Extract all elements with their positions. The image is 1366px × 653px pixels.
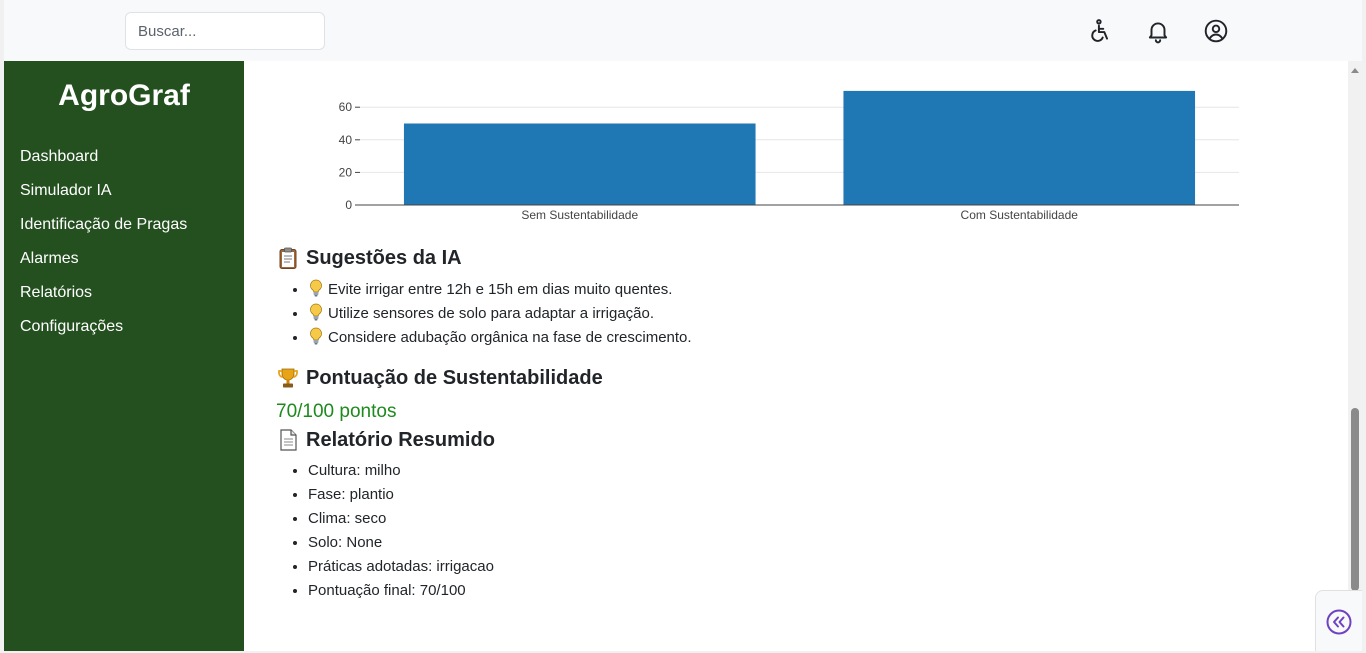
user-circle-icon[interactable] — [1203, 18, 1229, 44]
list-item: Considere adubação orgânica na fase de c… — [308, 327, 692, 351]
document-icon — [276, 428, 300, 452]
search-input[interactable] — [125, 12, 325, 50]
app-window: AgroGraf Dashboard Simulador IA Identifi… — [4, 0, 1362, 651]
score-title: Pontuação de Sustentabilidade — [306, 366, 603, 389]
sidebar-item-dashboard[interactable]: Dashboard — [20, 146, 187, 180]
chart-category-label: Sem Sustentabilidade — [521, 208, 638, 222]
sidebar-nav: Dashboard Simulador IA Identificação de … — [20, 146, 187, 350]
chart-ytick-label: 0 — [345, 198, 352, 212]
suggestions-list: Evite irrigar entre 12h e 15h em dias mu… — [308, 279, 692, 351]
collapse-panel-button[interactable] — [1315, 590, 1362, 651]
suggestions-title: Sugestões da IA — [306, 246, 462, 269]
accessibility-icon[interactable] — [1087, 18, 1113, 44]
chart-ytick-label: 40 — [339, 133, 353, 147]
suggestions-heading: Sugestões da IA — [276, 246, 462, 270]
sustainability-bar-chart: 0 20 40 60 Sem Sustentabilidade Com Sustentab… — [304, 61, 1304, 271]
bell-icon[interactable] — [1145, 18, 1171, 44]
chart-canvas: 0 20 40 60 Sem Sustentabilidade Com Sustentab… — [339, 90, 1239, 222]
scroll-up-arrow-icon[interactable] — [1351, 68, 1359, 73]
chart-ytick-label: 20 — [339, 165, 353, 179]
lightbulb-icon — [308, 303, 324, 321]
sidebar-item-configuracoes[interactable]: Configurações — [20, 316, 187, 350]
lightbulb-icon — [308, 327, 324, 345]
list-item: Utilize sensores de solo para adaptar a … — [308, 303, 692, 327]
scroll-thumb[interactable] — [1351, 408, 1359, 591]
list-item: Pontuação final: 70/100 — [308, 581, 494, 605]
vertical-scrollbar[interactable] — [1348, 61, 1362, 651]
main-content: 0 20 40 60 Sem Sustentabilidade Com Sustentab… — [244, 61, 1348, 651]
list-item: Evite irrigar entre 12h e 15h em dias mu… — [308, 279, 692, 303]
chart-ytick-label: 60 — [339, 100, 353, 114]
list-item: Práticas adotadas: irrigacao — [308, 557, 494, 581]
score-value: 70/100 pontos — [276, 401, 397, 422]
chart-bar — [403, 123, 756, 205]
chart-category-label: Com Sustentabilidade — [961, 208, 1079, 222]
report-heading: Relatório Resumido — [276, 428, 495, 452]
sidebar: AgroGraf Dashboard Simulador IA Identifi… — [4, 61, 244, 651]
lightbulb-icon — [308, 279, 324, 297]
report-title: Relatório Resumido — [306, 428, 495, 451]
sidebar-item-alarmes[interactable]: Alarmes — [20, 248, 187, 282]
list-item: Clima: seco — [308, 509, 494, 533]
top-navbar — [4, 0, 1362, 61]
chart-bar — [843, 90, 1196, 205]
sidebar-item-identificacao-pragas[interactable]: Identificação de Pragas — [20, 214, 187, 248]
report-list: Cultura: milho Fase: plantio Clima: seco… — [308, 461, 494, 605]
brand-logo[interactable]: AgroGraf — [4, 79, 244, 113]
clipboard-icon — [276, 246, 300, 270]
score-heading: Pontuação de Sustentabilidade — [276, 366, 603, 390]
list-item: Solo: None — [308, 533, 494, 557]
list-item: Cultura: milho — [308, 461, 494, 485]
sidebar-item-simulador-ia[interactable]: Simulador IA — [20, 180, 187, 214]
list-item: Fase: plantio — [308, 485, 494, 509]
double-chevron-left-icon — [1326, 609, 1352, 635]
trophy-icon — [276, 366, 300, 390]
sidebar-item-relatorios[interactable]: Relatórios — [20, 282, 187, 316]
